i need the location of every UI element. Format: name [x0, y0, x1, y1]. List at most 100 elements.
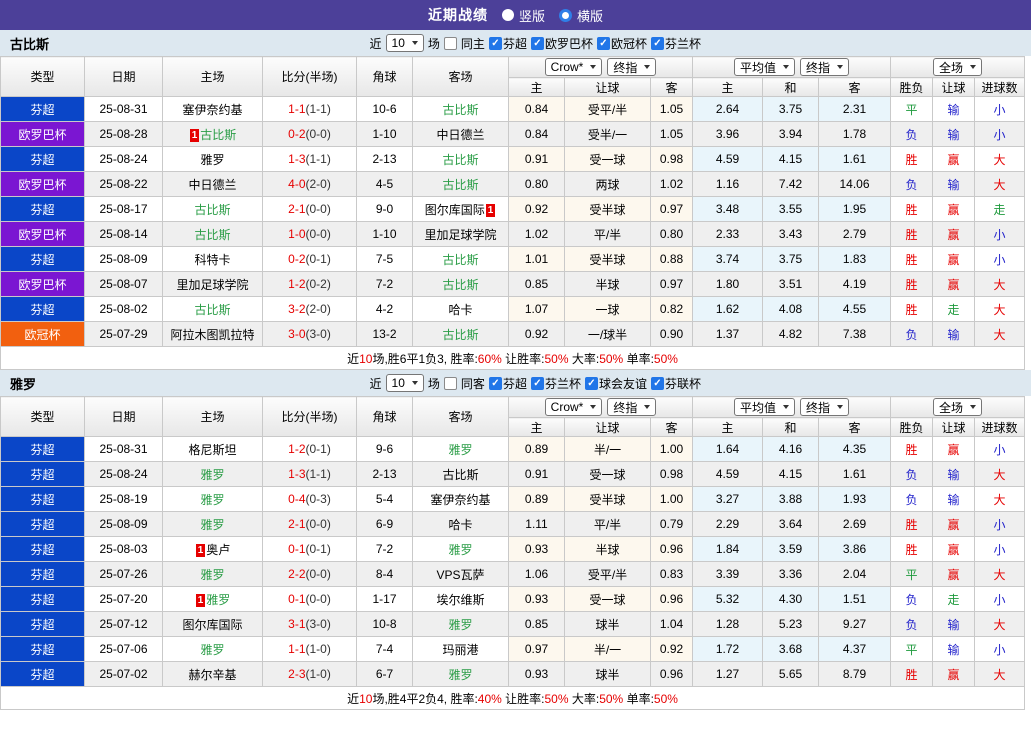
games-count-select[interactable]: 10 — [385, 374, 424, 392]
near-label: 近 — [369, 36, 382, 51]
result-handicap: 赢 — [932, 661, 976, 687]
corner-cell: 4-5 — [356, 171, 413, 197]
dropdown-arrow-icon — [411, 41, 418, 45]
league-checkbox[interactable]: ✓ — [530, 36, 544, 50]
result-winlose: 负 — [890, 121, 934, 147]
average-stage-select[interactable]: 终指 — [800, 398, 850, 416]
layout-option-horizontal[interactable]: 横版 — [559, 6, 603, 25]
league-filter[interactable]: ✓ 芬联杯 — [650, 375, 701, 392]
handicap-line: 半/一 — [564, 436, 651, 462]
league-filter[interactable]: ✓ 芬超 — [488, 35, 527, 52]
league-filter[interactable]: ✓ 欧冠杯 — [596, 35, 647, 52]
result-scope-select[interactable]: 全场 — [933, 58, 983, 76]
league-filter[interactable]: ✓ 欧罗巴杯 — [530, 35, 593, 52]
games-count-select[interactable]: 10 — [385, 34, 424, 52]
average-stage-select-value: 终指 — [806, 60, 831, 75]
handicap-line: 受半球 — [564, 486, 651, 512]
team-name-text: 古比斯 — [200, 127, 237, 142]
column-header-2: 主场 — [162, 396, 263, 437]
red-card-badge: 1 — [195, 543, 206, 557]
league-checkbox[interactable]: ✓ — [650, 36, 664, 50]
result-scope-select[interactable]: 全场 — [933, 398, 983, 416]
same-venue-label: 同客 — [460, 376, 485, 391]
date-cell: 25-07-06 — [84, 636, 163, 662]
average-stage-select[interactable]: 终指 — [800, 58, 850, 76]
league-checkbox[interactable]: ✓ — [530, 376, 544, 390]
league-badge: 芬超 — [0, 461, 85, 487]
summary-value: 50% — [599, 351, 624, 366]
match-row: 欧冠杯 25-07-29 阿拉木图凯拉特 3-0(3-0) 13-2 古比斯 0.92 一/球… — [0, 321, 1026, 347]
team-name-text: VPS瓦萨 — [436, 567, 485, 582]
league-checkbox[interactable]: ✓ — [488, 376, 502, 390]
europe-draw-odds: 3.75 — [762, 246, 819, 272]
handicap-home-odds: 0.89 — [508, 486, 565, 512]
result-goals: 大 — [974, 486, 1026, 512]
date-cell: 25-08-07 — [84, 271, 163, 297]
score-cell: 0-1(0-1) — [262, 536, 357, 562]
europe-draw-odds: 3.59 — [762, 536, 819, 562]
score-halftime: (2-0) — [305, 177, 331, 191]
score-halftime: (1-0) — [305, 667, 331, 681]
result-goals: 大 — [974, 461, 1026, 487]
europe-away-odds: 4.35 — [817, 436, 892, 462]
handicap-away-odds: 0.80 — [650, 221, 693, 247]
team-name-text: 玛丽港 — [442, 642, 479, 657]
result-winlose: 平 — [890, 561, 934, 587]
panel-title: 近期战绩 — [427, 7, 488, 23]
score-fulltime: 2-1 — [288, 202, 306, 216]
handicap-home-odds: 0.93 — [508, 536, 565, 562]
odds-provider-select-value: Crow* — [550, 400, 584, 414]
europe-away-odds: 1.61 — [817, 146, 892, 172]
score-halftime: (0-0) — [305, 517, 331, 531]
europe-draw-odds: 3.64 — [762, 511, 819, 537]
odds-provider-select[interactable]: Crow* — [544, 398, 603, 416]
league-checkbox-label: 芬超 — [502, 36, 527, 51]
league-filter[interactable]: ✓ 芬兰杯 — [650, 35, 701, 52]
league-filter[interactable]: ✓ 芬超 — [488, 375, 527, 392]
radio-unchecked-icon[interactable] — [501, 9, 514, 21]
away-team-cell: 雅罗 — [412, 536, 509, 562]
europe-home-odds: 1.16 — [692, 171, 763, 197]
away-team-cell: 古比斯 — [412, 271, 509, 297]
odds-stage-select[interactable]: 终指 — [607, 58, 657, 76]
result-goals: 小 — [974, 436, 1026, 462]
same-venue-checkbox[interactable] — [443, 36, 457, 50]
europe-away-odds: 3.86 — [817, 536, 892, 562]
average-group-header: 平均值 终指 — [691, 56, 892, 78]
league-checkbox[interactable]: ✓ — [596, 36, 610, 50]
league-filter[interactable]: ✓ 芬兰杯 — [530, 375, 581, 392]
match-row: 芬超 25-08-09 雅罗 2-1(0-0) 6-9 哈卡 1.11 平/半 0.79 2.29… — [0, 511, 1026, 537]
europe-draw-odds: 7.42 — [762, 171, 819, 197]
league-checkbox[interactable]: ✓ — [488, 36, 502, 50]
dropdown-arrow-icon — [644, 65, 651, 69]
handicap-home-odds: 0.91 — [508, 146, 565, 172]
team-name-text: 科特卡 — [194, 252, 231, 267]
column-header-3: 比分(半场) — [262, 396, 357, 437]
date-cell: 25-08-09 — [84, 511, 163, 537]
summary-text: 近10场,胜4平2负4, 胜率:40% 让胜率:50% 大率:50% 单率:50… — [0, 686, 1026, 710]
league-checkbox[interactable]: ✓ — [584, 376, 598, 390]
league-badge: 芬超 — [0, 511, 85, 537]
column-header-5: 客场 — [412, 396, 509, 437]
odds-provider-select[interactable]: Crow* — [544, 58, 603, 76]
team-name-text: 雅罗 — [200, 567, 225, 582]
section-team-name: 雅罗 — [10, 376, 37, 392]
layout-option-vertical[interactable]: 竖版 — [501, 6, 545, 25]
team-name-text: 雅罗 — [200, 642, 225, 657]
league-filter[interactable]: ✓ 球会友谊 — [584, 375, 647, 392]
handicap-away-odds: 1.05 — [650, 121, 693, 147]
average-type-select[interactable]: 平均值 — [733, 58, 795, 76]
average-type-select[interactable]: 平均值 — [733, 398, 795, 416]
odds-stage-select[interactable]: 终指 — [607, 398, 657, 416]
europe-home-odds: 3.96 — [692, 121, 763, 147]
score-fulltime: 1-1 — [288, 102, 306, 116]
away-team-cell: 雅罗 — [412, 661, 509, 687]
same-venue-checkbox[interactable] — [443, 376, 457, 390]
league-checkbox[interactable]: ✓ — [650, 376, 664, 390]
result-selects: 全场 — [892, 58, 1024, 76]
result-winlose: 负 — [890, 461, 934, 487]
radio-checked-icon[interactable] — [559, 8, 572, 22]
red-card-badge: 1 — [189, 128, 200, 142]
header-group-row: 类型 日期 主场 比分(半场) 角球 客场 Crow* 终指 平均值 终指 全场 — [0, 396, 1026, 437]
handicap-line: 半球 — [564, 271, 651, 297]
